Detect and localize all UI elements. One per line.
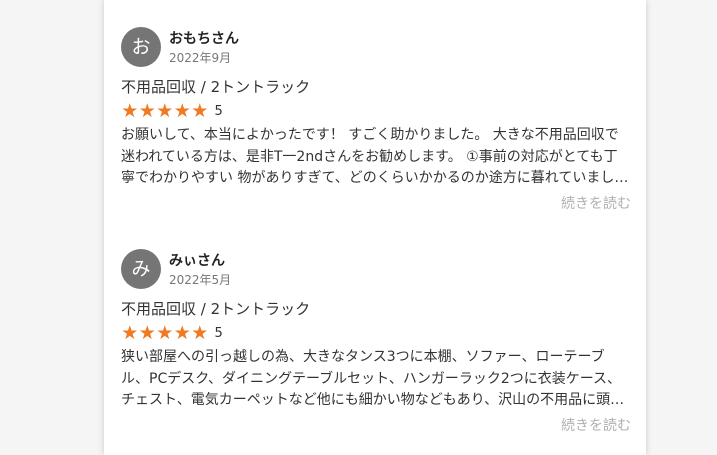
read-more-link[interactable]: 続きを読む <box>561 415 631 435</box>
star-icon: ★ <box>121 322 139 344</box>
review-date: 2022年5月 <box>169 273 232 287</box>
review-text: お願いして、本当によかったです！ すごく助かりました。 大きな不用品回収で迷われ… <box>121 127 619 186</box>
reviewer-name: おもちさん <box>169 31 239 47</box>
star-icon: ★ <box>191 322 209 344</box>
star-icon: ★ <box>191 100 209 122</box>
star-icon: ★ <box>156 322 174 344</box>
star-icon: ★ <box>173 322 191 344</box>
star-rating: ★ ★ ★ ★ ★ 5 <box>121 101 223 121</box>
service-type: 不用品回収 / 2トントラック <box>121 78 311 96</box>
service-type: 不用品回収 / 2トントラック <box>121 300 311 318</box>
avatar: み <box>121 249 161 289</box>
star-icon: ★ <box>138 100 156 122</box>
review-text: 狭い部屋への引っ越しの為、大きなタンス3つに本棚、ソファー、ローテーブル、PCデ… <box>121 349 625 408</box>
rating-value: 5 <box>214 103 223 119</box>
read-more-link[interactable]: 続きを読む <box>561 193 631 213</box>
rating-value: 5 <box>214 325 223 341</box>
star-rating: ★ ★ ★ ★ ★ 5 <box>121 323 223 343</box>
avatar: お <box>121 27 161 67</box>
star-icon: ★ <box>121 100 139 122</box>
review-date: 2022年9月 <box>169 51 232 65</box>
reviews-card: お おもちさん 2022年9月 不用品回収 / 2トントラック ★ ★ ★ ★ … <box>104 0 646 455</box>
star-icon: ★ <box>173 100 191 122</box>
reviewer-name: みぃさん <box>169 253 225 269</box>
star-icon: ★ <box>156 100 174 122</box>
star-icon: ★ <box>138 322 156 344</box>
